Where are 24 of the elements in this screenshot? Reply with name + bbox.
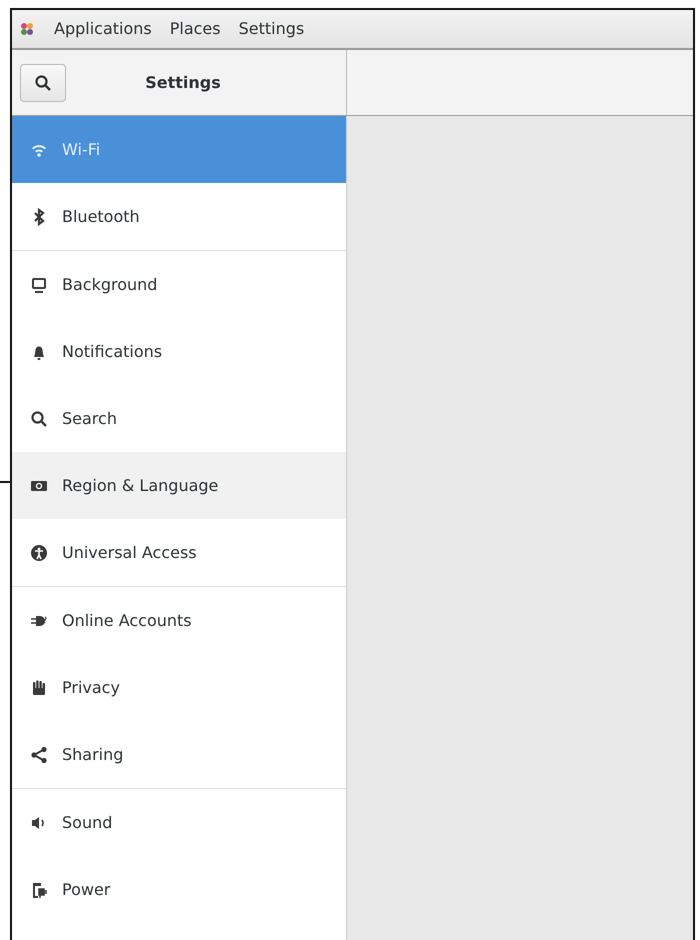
search-icon — [34, 74, 52, 92]
sidebar-item[interactable]: Power — [12, 856, 346, 923]
monitor-icon — [30, 276, 48, 294]
sidebar-item[interactable]: Background — [12, 251, 346, 318]
battery-plug-icon — [30, 880, 48, 898]
search-button[interactable] — [20, 64, 66, 102]
sidebar-item[interactable]: Online Accounts — [12, 587, 346, 654]
sidebar-item[interactable]: Bluetooth — [12, 183, 346, 250]
sidebar-item[interactable]: Universal Access — [12, 519, 346, 586]
menu-item[interactable]: Places — [170, 17, 221, 41]
sidebar-item[interactable]: Sound — [12, 789, 346, 856]
sidebar-item[interactable]: Search — [12, 385, 346, 452]
sidebar-item[interactable]: Notifications — [12, 318, 346, 385]
accessibility-icon — [30, 544, 48, 562]
window-title: Settings — [144, 72, 222, 94]
menu-item[interactable]: Applications — [54, 17, 152, 41]
sidebar-item[interactable]: Region & Language — [12, 452, 346, 519]
sidebar-item[interactable]: Sharing — [12, 721, 346, 788]
search-icon — [30, 410, 48, 428]
menu-item[interactable]: Settings — [238, 17, 304, 41]
app-menu-icon — [18, 20, 36, 38]
sidebar-item[interactable]: Privacy — [12, 654, 346, 721]
hand-icon — [30, 678, 48, 696]
share-icon — [30, 746, 48, 764]
